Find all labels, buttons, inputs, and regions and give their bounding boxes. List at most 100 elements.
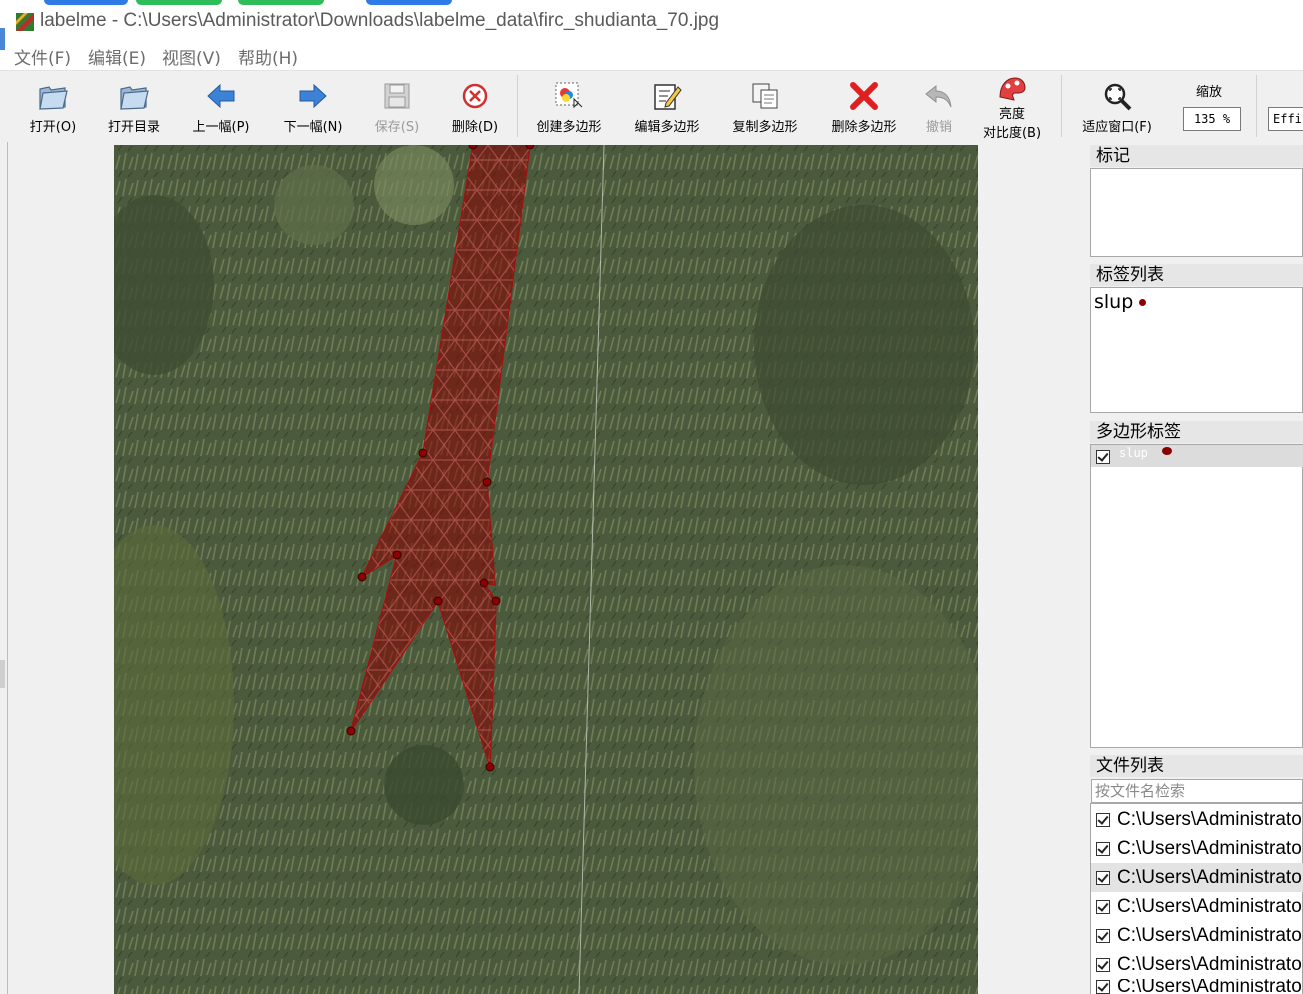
undo-arrow-icon: [925, 84, 952, 108]
polygon-color-dot: [1162, 447, 1172, 455]
brightness-label-1: 亮度: [998, 107, 1025, 122]
aerial-image[interactable]: [114, 145, 978, 994]
fit-window-label: 适应窗口(F): [1082, 120, 1152, 135]
file-list-dock-title: 文件列表: [1090, 755, 1303, 777]
flags-dock-title: 标记: [1090, 145, 1303, 167]
labelme-app-icon: [16, 13, 34, 31]
file-checkbox[interactable]: [1096, 957, 1110, 972]
create-polygon-button[interactable]: 创建多边形: [530, 71, 608, 141]
file-list-item[interactable]: C:\Users\Administrator: [1091, 892, 1303, 921]
prev-image-button[interactable]: 上一幅(P): [185, 71, 257, 141]
file-path: C:\Users\Administrator: [1117, 837, 1303, 859]
next-image-button[interactable]: 下一幅(N): [277, 71, 349, 141]
polygon-vertex[interactable]: [468, 145, 478, 150]
edit-polygon-button[interactable]: 编辑多边形: [628, 71, 706, 141]
window-title: labelme - C:\Users\Administrator\Downloa…: [40, 10, 720, 31]
polygon-label-row[interactable]: slup: [1091, 445, 1303, 467]
next-image-label: 下一幅(N): [283, 120, 343, 135]
polygon-vertex[interactable]: [485, 762, 495, 772]
file-list-item[interactable]: C:\Users\Administrator: [1091, 950, 1303, 979]
toolbar: 打开(O) 打开目录 上一幅(P) 下一幅(N) 保存(S) 删除(D) 创建多…: [0, 71, 1303, 141]
polygon-vertex[interactable]: [418, 448, 428, 458]
polygon-visible-checkbox[interactable]: [1096, 450, 1110, 464]
tree-patch: [274, 165, 354, 245]
polygon-vertex[interactable]: [525, 145, 535, 150]
save-disk-icon: [384, 83, 410, 109]
file-checkbox[interactable]: [1096, 928, 1110, 943]
image-canvas[interactable]: [114, 145, 978, 994]
file-path: C:\Users\Administrator: [1117, 924, 1303, 946]
file-checkbox[interactable]: [1096, 870, 1110, 885]
open-button[interactable]: 打开(O): [24, 71, 82, 141]
delete-polygon-button[interactable]: 删除多边形: [825, 71, 903, 141]
file-list-item-selected[interactable]: C:\Users\Administrator: [1091, 863, 1303, 892]
os-tab[interactable]: [238, 0, 324, 5]
delete-polygon-label: 删除多边形: [831, 120, 897, 135]
file-path: C:\Users\Administrator: [1117, 866, 1303, 888]
zoom-spinbox[interactable]: 135 %: [1183, 107, 1241, 131]
polygon-vertex[interactable]: [392, 550, 402, 560]
file-list-item[interactable]: C:\Users\Administrator: [1091, 979, 1303, 994]
polygon-labels-dock-title: 多边形标签: [1090, 421, 1303, 443]
polygon-vertex[interactable]: [479, 578, 489, 588]
flags-panel[interactable]: [1090, 168, 1303, 257]
polygon-vertex[interactable]: [482, 477, 492, 487]
polygon-vertex[interactable]: [346, 726, 356, 736]
file-path: C:\Users\Administrator: [1117, 895, 1303, 917]
delete-circle-icon: [462, 83, 488, 109]
open-dir-icon: [120, 86, 149, 110]
delete-file-button[interactable]: 删除(D): [446, 71, 504, 141]
red-x-icon: [850, 82, 878, 110]
save-button[interactable]: 保存(S): [368, 71, 426, 141]
file-checkbox[interactable]: [1096, 812, 1110, 827]
file-checkbox[interactable]: [1096, 899, 1110, 914]
menu-bar: 文件(F) 编辑(E) 视图(V) 帮助(H): [0, 40, 1303, 71]
file-list-item[interactable]: C:\Users\Administrator: [1091, 805, 1303, 834]
polygon-labels-panel[interactable]: [1090, 444, 1303, 748]
arrow-right-icon: [299, 83, 327, 109]
left-edge-marker: [0, 28, 5, 50]
file-search-input[interactable]: 按文件名检索: [1091, 779, 1303, 803]
create-polygon-label: 创建多边形: [536, 120, 602, 135]
polygon-label-name: slup: [1119, 446, 1148, 460]
os-tab[interactable]: [44, 0, 128, 5]
model-selector[interactable]: Effi: [1268, 107, 1303, 131]
left-edge-marker: [0, 660, 5, 688]
open-dir-label: 打开目录: [107, 120, 160, 135]
undo-label: 撤销: [925, 120, 952, 135]
undo-button[interactable]: 撤销: [918, 71, 960, 141]
menu-help[interactable]: 帮助(H): [238, 44, 298, 69]
tree-patch: [374, 145, 454, 225]
delete-file-label: 删除(D): [451, 120, 499, 135]
polygon-vertex[interactable]: [357, 572, 367, 582]
file-checkbox[interactable]: [1096, 841, 1110, 856]
menu-view[interactable]: 视图(V): [162, 44, 221, 69]
brightness-label-2: 对比度(B): [982, 126, 1042, 141]
os-tab[interactable]: [136, 0, 222, 5]
polygon-vertex[interactable]: [433, 596, 443, 606]
label-list-item[interactable]: slup: [1094, 291, 1147, 313]
file-list-item[interactable]: C:\Users\Administrator: [1091, 834, 1303, 863]
polygon-vertex[interactable]: [491, 596, 501, 606]
edit-polygon-label: 编辑多边形: [634, 120, 700, 135]
create-polygon-icon: [555, 82, 583, 109]
title-bar: labelme - C:\Users\Administrator\Downloa…: [0, 6, 1303, 40]
file-path: C:\Users\Administrator: [1117, 953, 1303, 975]
menu-edit[interactable]: 编辑(E): [88, 44, 146, 69]
open-dir-button[interactable]: 打开目录: [101, 71, 167, 141]
zoom-label: 缩放: [1196, 85, 1223, 100]
zoom-fit-icon: [1104, 83, 1132, 111]
copy-polygon-button[interactable]: 复制多边形: [726, 71, 804, 141]
file-list-item[interactable]: C:\Users\Administrator: [1091, 921, 1303, 950]
file-path: C:\Users\Administrator: [1117, 979, 1303, 994]
brightness-contrast-button[interactable]: 亮度 对比度(B): [972, 71, 1052, 141]
open-folder-icon: [39, 86, 68, 110]
file-checkbox[interactable]: [1096, 979, 1110, 994]
toolbar-separator: [1256, 75, 1257, 137]
menu-file[interactable]: 文件(F): [14, 44, 71, 69]
label-name: slup: [1094, 291, 1134, 313]
arrow-left-icon: [207, 83, 235, 109]
tree-patch: [384, 745, 464, 825]
fit-window-button[interactable]: 适应窗口(F): [1072, 71, 1162, 141]
os-tab[interactable]: [366, 0, 452, 5]
